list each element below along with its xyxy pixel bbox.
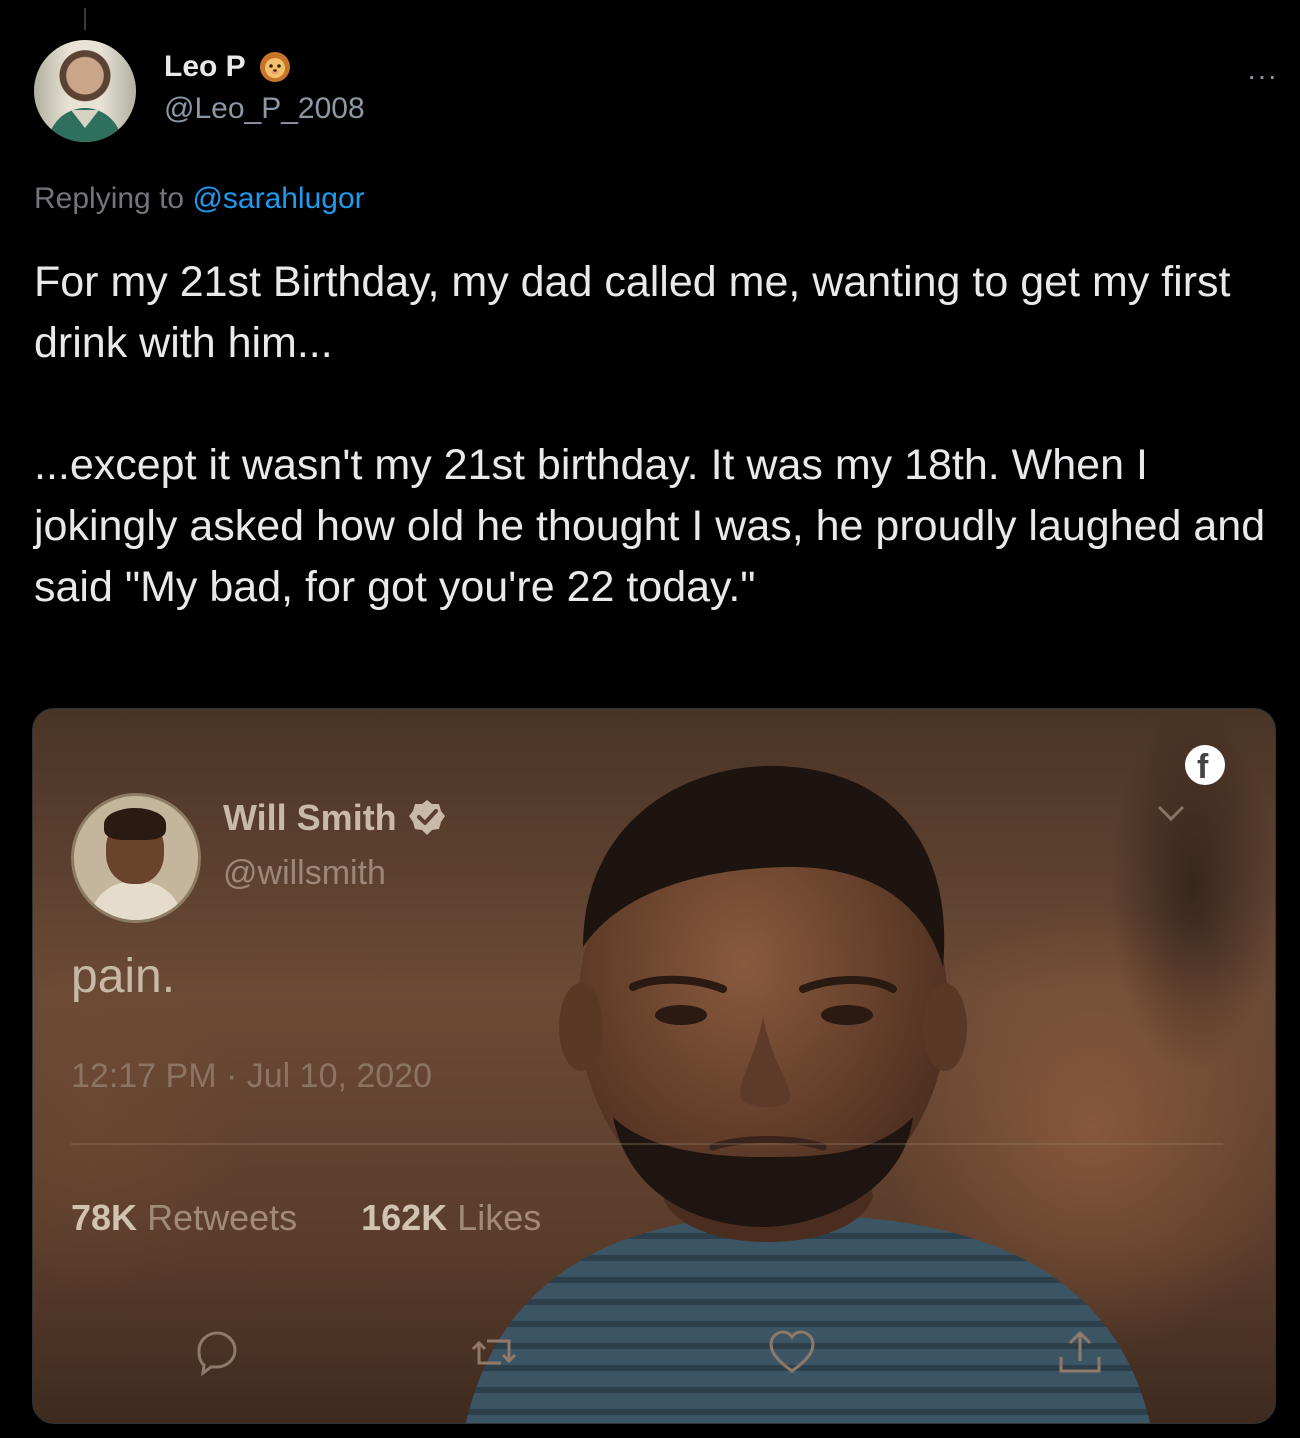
embedded-avatar — [71, 793, 201, 923]
reply-mention-link[interactable]: @sarahlugor — [192, 182, 364, 215]
share-icon — [1059, 1330, 1101, 1373]
tweet-media-image[interactable]: Will Smith @willsmith pain. 12:17 PM · J… — [32, 708, 1276, 1424]
author-name-row[interactable]: Leo P — [164, 50, 292, 84]
more-options-icon[interactable]: ··· — [1247, 60, 1278, 92]
embedded-tweet-timestamp: 12:17 PM · Jul 10, 2020 — [71, 1057, 433, 1095]
embedded-author-name-text: Will Smith — [223, 797, 397, 838]
tweet-paragraph: For my 21st Birthday, my dad called me, … — [34, 258, 1231, 367]
lion-emoji-icon — [258, 50, 292, 84]
replying-to: Replying to @sarahlugor — [34, 182, 365, 216]
author-handle[interactable]: @Leo_P_2008 — [164, 92, 365, 126]
chevron-down-icon — [1157, 805, 1185, 822]
verified-badge-icon — [408, 800, 445, 835]
embedded-author-name: Will Smith — [223, 797, 447, 839]
tweet-paragraph: ...except it wasn't my 21st birthday. It… — [34, 441, 1266, 611]
heart-icon — [769, 1330, 815, 1373]
embedded-stats: 78K Retweets 162K Likes — [71, 1197, 541, 1239]
avatar[interactable] — [34, 40, 136, 142]
thread-connector-line — [84, 8, 86, 30]
retweets-count: 78K — [71, 1197, 138, 1238]
replying-to-label: Replying to — [34, 182, 185, 215]
likes-label: Likes — [457, 1197, 542, 1238]
embedded-tweet-text: pain. — [71, 950, 176, 1003]
embedded-divider — [71, 1143, 1223, 1145]
likes-count: 162K — [361, 1197, 448, 1238]
author-display-name[interactable]: Leo P — [164, 50, 246, 84]
facebook-icon: f — [1185, 745, 1225, 786]
retweets-label: Retweets — [147, 1197, 298, 1238]
tweet-header: Leo P @Leo_P_2008 ··· — [34, 40, 1278, 148]
retweet-icon — [471, 1339, 517, 1365]
tweet-text: For my 21st Birthday, my dad called me, … — [34, 252, 1274, 618]
embedded-retweets-stat: 78K Retweets — [71, 1197, 297, 1239]
reply-icon — [197, 1331, 237, 1377]
embedded-likes-stat: 162K Likes — [361, 1197, 541, 1239]
embedded-author-handle: @willsmith — [223, 854, 386, 892]
person-photo — [466, 765, 1150, 1423]
